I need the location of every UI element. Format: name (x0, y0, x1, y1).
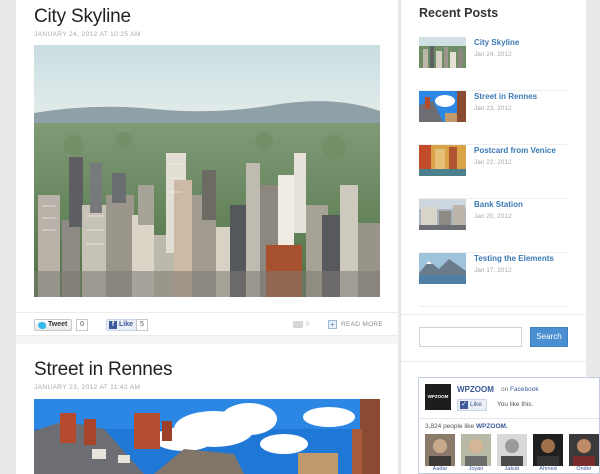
fans-count-page-link[interactable]: WPZOOM. (476, 423, 508, 430)
recent-post-date: Jan 23, 2012 (474, 105, 512, 112)
recent-post-title-link[interactable]: Postcard from Venice (474, 146, 556, 155)
fan-avatar[interactable] (533, 434, 563, 466)
recent-posts-heading: Recent Posts (419, 6, 499, 20)
fan-avatar[interactable] (569, 434, 599, 466)
like-count: 5 (136, 319, 148, 331)
recent-post-date: Jan 20, 2012 (474, 213, 512, 220)
twitter-bird-icon (38, 321, 46, 329)
fan-avatar[interactable] (497, 434, 527, 466)
post-separator (16, 336, 398, 344)
comment-icon[interactable] (293, 321, 303, 328)
fans-count: 3,824 people like WPZOOM. (425, 423, 508, 430)
share-bar: Tweet 0 f Like 5 0 + READ MORE (16, 312, 398, 336)
recent-post-item[interactable]: Postcard from Venice Jan 22, 2012 (419, 145, 569, 199)
post-title-link[interactable]: Street in Rennes (34, 359, 173, 381)
recent-post-item[interactable]: Bank Station Jan 20, 2012 (419, 199, 569, 253)
post-title-link[interactable]: City Skyline (34, 6, 131, 28)
recent-post-date: Jan 22, 2012 (474, 159, 512, 166)
thumbs-up-icon: ✓ (460, 401, 468, 409)
facebook-page-name-link[interactable]: WPZOOM (457, 385, 494, 394)
tweet-count: 0 (76, 319, 88, 331)
you-like-this-text: You like this. (497, 401, 534, 408)
fan-name-link[interactable]: Aadar (425, 466, 455, 472)
recent-post-title-link[interactable]: Bank Station (474, 200, 523, 209)
post-date: JANUARY 24, 2012 AT 10:25 AM (34, 31, 141, 38)
fan-avatar[interactable] (461, 434, 491, 466)
recent-post-item[interactable]: Street in Rennes Jan 23, 2012 (419, 91, 569, 145)
recent-post-title-link[interactable]: Testing the Elements (474, 254, 554, 263)
post-image-street-in-rennes[interactable] (34, 399, 380, 474)
facebook-on-text: on Facebook (501, 386, 539, 393)
fan-avatar[interactable] (425, 434, 455, 466)
facebook-page-like-button[interactable]: ✓ Like (457, 399, 487, 411)
tweet-button[interactable]: Tweet (34, 319, 73, 331)
recent-post-thumbnail[interactable] (419, 145, 466, 176)
recent-post-item[interactable]: City Skyline Jan 24, 2012 (419, 37, 569, 91)
recent-post-thumbnail[interactable] (419, 37, 466, 68)
post-image-city-skyline[interactable] (34, 45, 380, 297)
main-content: City Skyline JANUARY 24, 2012 AT 10:25 A… (16, 0, 398, 474)
recent-post-date: Jan 17, 2012 (474, 267, 512, 274)
fan-name-link[interactable]: Joyan (461, 466, 491, 472)
search-widget: Search (401, 314, 587, 362)
tweet-label: Tweet (48, 321, 68, 328)
fb-divider (419, 418, 599, 419)
read-more-label: READ MORE (341, 321, 384, 328)
facebook-like-button[interactable]: f Like (106, 319, 139, 331)
post-date: JANUARY 23, 2012 AT 11:42 AM (34, 384, 141, 391)
recent-post-item[interactable]: Testing the Elements Jan 17, 2012 (419, 253, 569, 307)
search-input[interactable] (419, 327, 522, 347)
read-more-link[interactable]: + READ MORE (328, 320, 383, 329)
facebook-network-link[interactable]: Facebook (510, 386, 539, 393)
fan-name-link[interactable]: Ahmed (533, 466, 563, 472)
wpzoom-logo[interactable]: WPZOOM (425, 384, 451, 410)
like-label: Like (119, 321, 134, 328)
facebook-f-icon: f (109, 321, 117, 329)
comment-count[interactable]: 0 (306, 321, 310, 328)
fan-name-link[interactable]: Jakub (497, 466, 527, 472)
fan-name-link[interactable]: Onder (569, 466, 599, 472)
search-button[interactable]: Search (530, 327, 568, 347)
plus-icon: + (328, 320, 337, 329)
fb-like-label: Like (470, 401, 482, 408)
recent-post-thumbnail[interactable] (419, 199, 466, 230)
recent-post-date: Jan 24, 2012 (474, 51, 512, 58)
recent-post-thumbnail[interactable] (419, 253, 466, 284)
facebook-like-box: WPZOOM WPZOOM on Facebook ✓ Like You lik… (418, 377, 600, 474)
recent-post-thumbnail[interactable] (419, 91, 466, 122)
recent-post-title-link[interactable]: City Skyline (474, 38, 519, 47)
recent-post-title-link[interactable]: Street in Rennes (474, 92, 537, 101)
